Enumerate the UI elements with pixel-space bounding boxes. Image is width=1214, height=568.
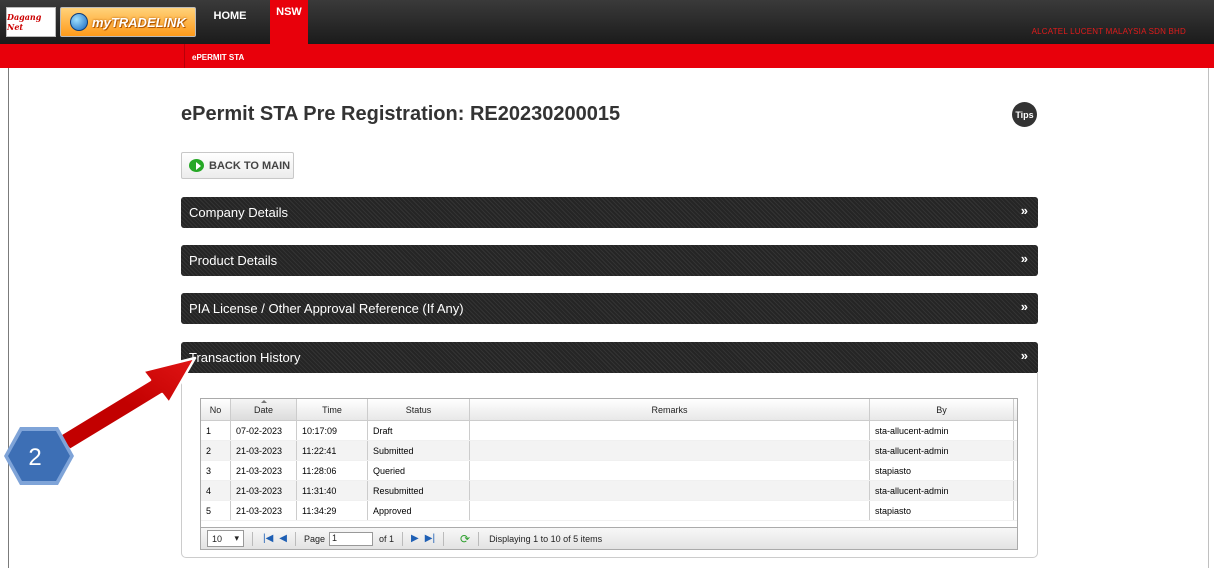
step-number-badge: 2 <box>4 427 74 485</box>
annotation-arrow <box>56 356 197 452</box>
annotation-arrow-shape <box>56 356 197 452</box>
step-number-text: 2 <box>28 444 41 471</box>
